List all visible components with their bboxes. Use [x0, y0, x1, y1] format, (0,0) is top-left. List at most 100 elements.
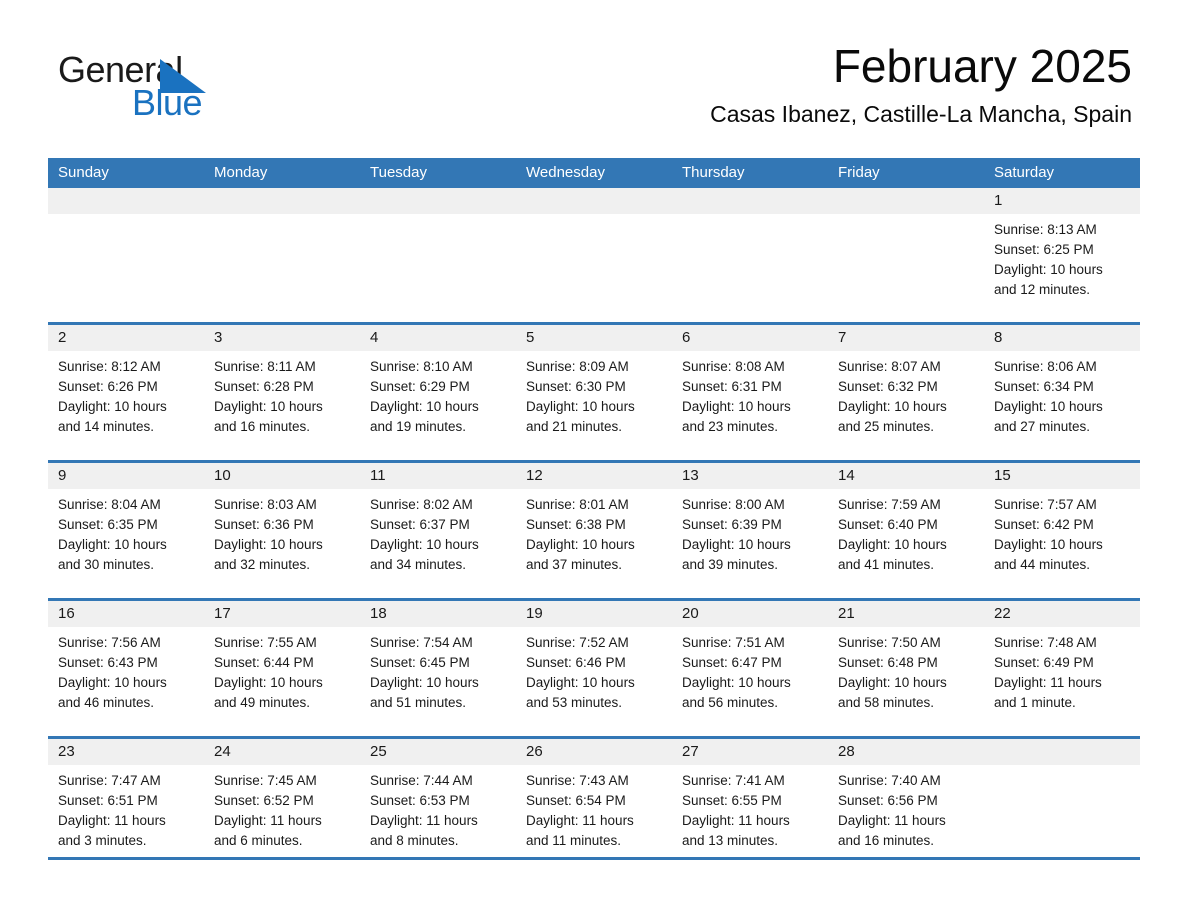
calendar-day-cell[interactable]: 27 Sunrise: 7:41 AM Sunset: 6:55 PM Dayligh… [672, 739, 828, 857]
daylight-duration-line1: Daylight: 10 hours [214, 399, 323, 414]
daylight-duration-line1: Daylight: 10 hours [58, 537, 167, 552]
calendar-day-cell[interactable]: 4 Sunrise: 8:10 AM Sunset: 6:29 PM Daylight… [360, 325, 516, 460]
day-sun-info: Sunrise: 8:08 AM Sunset: 6:31 PM Daylight:… [682, 357, 818, 437]
day-sun-info: Sunrise: 8:11 AM Sunset: 6:28 PM Daylight:… [214, 357, 350, 437]
day-sun-info: Sunrise: 7:43 AM Sunset: 6:54 PM Daylight:… [526, 771, 662, 851]
sunset-time: Sunset: 6:45 PM [370, 655, 470, 670]
sunrise-time: Sunrise: 8:06 AM [994, 359, 1097, 374]
sunrise-time: Sunrise: 7:40 AM [838, 773, 941, 788]
calendar-day-cell[interactable]: 9 Sunrise: 8:04 AM Sunset: 6:35 PM Daylight… [48, 463, 204, 598]
day-sun-info: Sunrise: 7:40 AM Sunset: 6:56 PM Daylight:… [838, 771, 974, 851]
day-number: 25 [370, 743, 387, 760]
title-block: February 2025 Casas Ibanez, Castille-La … [710, 40, 1132, 128]
calendar-day-cell[interactable]: 24 Sunrise: 7:45 AM Sunset: 6:52 PM Dayligh… [204, 739, 360, 857]
calendar-day-cell[interactable]: 20 Sunrise: 7:51 AM Sunset: 6:47 PM Dayligh… [672, 601, 828, 736]
day-number: 6 [682, 329, 691, 346]
weekday-wednesday: Wednesday [526, 164, 605, 181]
calendar-day-cell[interactable]: 1 Sunrise: 8:13 AM Sunset: 6:25 PM Daylight… [984, 188, 1140, 322]
daylight-duration-line1: Daylight: 10 hours [214, 537, 323, 552]
sunset-time: Sunset: 6:39 PM [682, 517, 782, 532]
daylight-duration-line1: Daylight: 11 hours [994, 675, 1102, 690]
day-sun-info: Sunrise: 8:07 AM Sunset: 6:32 PM Daylight:… [838, 357, 974, 437]
sunrise-time: Sunrise: 7:48 AM [994, 635, 1097, 650]
day-number: 18 [370, 605, 387, 622]
day-number: 28 [838, 743, 855, 760]
calendar-day-cell[interactable]: 13 Sunrise: 8:00 AM Sunset: 6:39 PM Dayligh… [672, 463, 828, 598]
daylight-duration-line2: and 37 minutes. [526, 557, 623, 572]
calendar-week-row: 1 Sunrise: 8:13 AM Sunset: 6:25 PM Daylight… [48, 188, 1140, 322]
day-number: 13 [682, 467, 699, 484]
sunset-time: Sunset: 6:30 PM [526, 379, 626, 394]
sunset-time: Sunset: 6:53 PM [370, 793, 470, 808]
calendar-day-cell[interactable]: 26 Sunrise: 7:43 AM Sunset: 6:54 PM Dayligh… [516, 739, 672, 857]
day-number: 16 [58, 605, 75, 622]
weekday-saturday: Saturday [994, 164, 1055, 181]
calendar-day-cell[interactable]: 18 Sunrise: 7:54 AM Sunset: 6:45 PM Dayligh… [360, 601, 516, 736]
calendar-day-cell[interactable]: 23 Sunrise: 7:47 AM Sunset: 6:51 PM Dayligh… [48, 739, 204, 857]
day-number: 4 [370, 329, 379, 346]
daylight-duration-line2: and 16 minutes. [838, 833, 935, 848]
sunset-time: Sunset: 6:32 PM [838, 379, 938, 394]
day-sun-info: Sunrise: 8:04 AM Sunset: 6:35 PM Daylight:… [58, 495, 194, 575]
calendar-day-cell-empty [204, 188, 360, 322]
calendar-day-cell[interactable]: 2 Sunrise: 8:12 AM Sunset: 6:26 PM Daylight… [48, 325, 204, 460]
calendar-day-cell[interactable]: 25 Sunrise: 7:44 AM Sunset: 6:53 PM Dayligh… [360, 739, 516, 857]
sunset-time: Sunset: 6:26 PM [58, 379, 158, 394]
daylight-duration-line1: Daylight: 10 hours [682, 675, 791, 690]
sunset-time: Sunset: 6:54 PM [526, 793, 626, 808]
calendar-day-cell[interactable]: 8 Sunrise: 8:06 AM Sunset: 6:34 PM Daylight… [984, 325, 1140, 460]
sunrise-time: Sunrise: 7:54 AM [370, 635, 473, 650]
sunset-time: Sunset: 6:46 PM [526, 655, 626, 670]
daylight-duration-line2: and 19 minutes. [370, 419, 467, 434]
day-sun-info: Sunrise: 7:56 AM Sunset: 6:43 PM Daylight:… [58, 633, 194, 713]
calendar-day-cell[interactable]: 6 Sunrise: 8:08 AM Sunset: 6:31 PM Daylight… [672, 325, 828, 460]
sunset-time: Sunset: 6:37 PM [370, 517, 470, 532]
calendar-day-cell[interactable]: 21 Sunrise: 7:50 AM Sunset: 6:48 PM Dayligh… [828, 601, 984, 736]
calendar-day-cell[interactable]: 14 Sunrise: 7:59 AM Sunset: 6:40 PM Dayligh… [828, 463, 984, 598]
daylight-duration-line2: and 30 minutes. [58, 557, 155, 572]
daylight-duration-line1: Daylight: 10 hours [526, 399, 635, 414]
daylight-duration-line2: and 58 minutes. [838, 695, 935, 710]
weekday-tuesday: Tuesday [370, 164, 427, 181]
calendar-week-cells: 1 Sunrise: 8:13 AM Sunset: 6:25 PM Daylight… [48, 188, 1140, 322]
calendar-day-cell[interactable]: 3 Sunrise: 8:11 AM Sunset: 6:28 PM Daylight… [204, 325, 360, 460]
calendar-day-cell[interactable]: 11 Sunrise: 8:02 AM Sunset: 6:37 PM Dayligh… [360, 463, 516, 598]
calendar-week-row: 2 Sunrise: 8:12 AM Sunset: 6:26 PM Daylight… [48, 322, 1140, 460]
day-number: 27 [682, 743, 699, 760]
calendar-day-cell[interactable]: 7 Sunrise: 8:07 AM Sunset: 6:32 PM Daylight… [828, 325, 984, 460]
sunrise-time: Sunrise: 8:08 AM [682, 359, 785, 374]
day-number: 3 [214, 329, 223, 346]
weekday-friday: Friday [838, 164, 880, 181]
day-number: 17 [214, 605, 231, 622]
calendar-day-cell[interactable]: 5 Sunrise: 8:09 AM Sunset: 6:30 PM Daylight… [516, 325, 672, 460]
general-blue-logo[interactable]: General Blue [58, 52, 278, 136]
calendar-day-cell[interactable]: 16 Sunrise: 7:56 AM Sunset: 6:43 PM Dayligh… [48, 601, 204, 736]
calendar-day-cell[interactable]: 17 Sunrise: 7:55 AM Sunset: 6:44 PM Dayligh… [204, 601, 360, 736]
day-number: 24 [214, 743, 231, 760]
day-number: 10 [214, 467, 231, 484]
calendar-day-cell-empty [48, 188, 204, 322]
day-sun-info: Sunrise: 7:45 AM Sunset: 6:52 PM Daylight:… [214, 771, 350, 851]
day-sun-info: Sunrise: 7:41 AM Sunset: 6:55 PM Daylight:… [682, 771, 818, 851]
weekday-monday: Monday [214, 164, 268, 181]
day-number: 26 [526, 743, 543, 760]
calendar-day-cell[interactable]: 22 Sunrise: 7:48 AM Sunset: 6:49 PM Dayligh… [984, 601, 1140, 736]
day-number: 12 [526, 467, 543, 484]
sunrise-time: Sunrise: 7:55 AM [214, 635, 317, 650]
page-header: General Blue February 2025 Casas Ibanez,… [48, 40, 1140, 148]
day-number: 5 [526, 329, 535, 346]
calendar-day-cell[interactable]: 15 Sunrise: 7:57 AM Sunset: 6:42 PM Dayligh… [984, 463, 1140, 598]
sunset-time: Sunset: 6:28 PM [214, 379, 314, 394]
calendar-day-cell[interactable]: 10 Sunrise: 8:03 AM Sunset: 6:36 PM Dayligh… [204, 463, 360, 598]
day-number: 22 [994, 605, 1011, 622]
calendar-day-cell[interactable]: 28 Sunrise: 7:40 AM Sunset: 6:56 PM Dayligh… [828, 739, 984, 857]
day-number: 8 [994, 329, 1003, 346]
page-title: February 2025 [832, 40, 1132, 92]
sunrise-time: Sunrise: 8:13 AM [994, 222, 1097, 237]
calendar-week-row: 16 Sunrise: 7:56 AM Sunset: 6:43 PM Dayligh… [48, 598, 1140, 736]
sunset-time: Sunset: 6:29 PM [370, 379, 470, 394]
daylight-duration-line2: and 21 minutes. [526, 419, 623, 434]
calendar-day-cell[interactable]: 12 Sunrise: 8:01 AM Sunset: 6:38 PM Dayligh… [516, 463, 672, 598]
calendar-day-cell[interactable]: 19 Sunrise: 7:52 AM Sunset: 6:46 PM Dayligh… [516, 601, 672, 736]
day-sun-info: Sunrise: 8:12 AM Sunset: 6:26 PM Daylight:… [58, 357, 194, 437]
